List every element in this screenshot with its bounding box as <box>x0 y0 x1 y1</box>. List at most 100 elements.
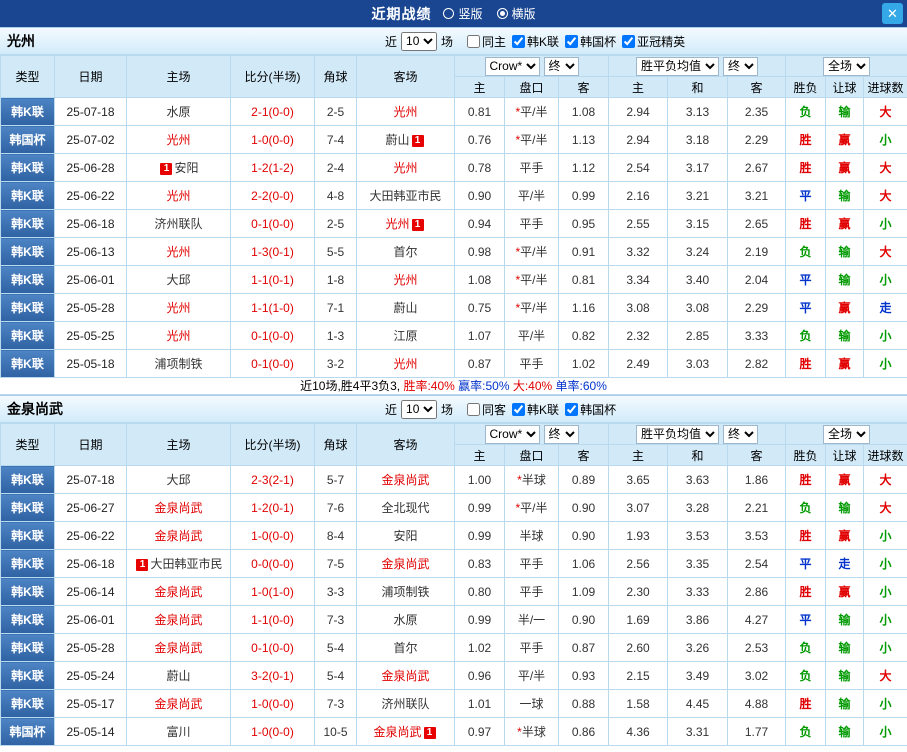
score: 0-1(0-0) <box>230 349 315 378</box>
euro-away: 2.65 <box>726 209 787 238</box>
filter-checkbox-group: 同主 韩K联 韩国杯 亚冠精英 <box>461 33 685 50</box>
score: 0-1(0-0) <box>230 209 315 238</box>
col-header-eu-draw: 和 <box>667 444 728 466</box>
euro-home: 4.36 <box>608 717 668 746</box>
home-team: 金泉尚武 <box>126 605 231 634</box>
checkbox-input[interactable] <box>565 402 579 416</box>
radio-unselected-icon[interactable] <box>443 8 455 19</box>
europe-source-select[interactable]: 胜平负均值 <box>636 424 719 444</box>
match-date: 25-05-28 <box>54 293 127 322</box>
league-type: 韩K联 <box>0 605 55 634</box>
team-section-header: 金泉尚武 近 10 场 同客 韩K联 韩国杯 <box>0 395 907 423</box>
match-count-select[interactable]: 10 <box>401 31 438 51</box>
view-option-horizontal[interactable]: 横版 <box>496 5 536 22</box>
away-team: 金泉尚武 1 <box>356 717 455 746</box>
match-row: 韩K联 25-06-22 光州 2-2(0-0) 4-8 大田韩亚市民 0.90 平/半 0.9… <box>0 181 907 210</box>
filter-checkbox[interactable]: 韩K联 <box>512 33 559 50</box>
score: 0-1(0-0) <box>230 321 315 350</box>
team-name: 全北现代 <box>381 501 430 515</box>
result-wdl: 平 <box>785 549 827 578</box>
col-header-away: 客场 <box>356 55 455 98</box>
europe-final-select[interactable]: 终 <box>723 424 758 444</box>
result-goals: 小 <box>863 633 907 662</box>
match-row: 韩K联 25-06-01 金泉尚武 1-1(0-0) 7-3 水原 0.99 半/一 0.90 1… <box>0 605 907 634</box>
away-team: 光州 <box>356 265 455 294</box>
euro-home: 2.30 <box>608 577 668 606</box>
corners: 7-3 <box>314 605 357 634</box>
odds-group-header: Crow* 终 <box>454 55 609 77</box>
euro-home: 1.69 <box>608 605 668 634</box>
europe-source-select[interactable]: 胜平负均值 <box>636 56 719 76</box>
filter-checkbox[interactable]: 韩K联 <box>512 401 559 418</box>
league-type: 韩K联 <box>0 549 55 578</box>
result-handicap: 输 <box>825 97 865 126</box>
close-button[interactable]: ✕ <box>882 3 903 24</box>
match-count-select[interactable]: 10 <box>401 399 438 419</box>
filter-checkbox[interactable]: 同主 <box>467 33 506 50</box>
filter-checkbox[interactable]: 亚冠精英 <box>622 33 685 50</box>
score: 1-1(1-0) <box>230 293 315 322</box>
games-label: 场 <box>441 34 454 49</box>
col-header-eu-home: 主 <box>608 76 668 98</box>
scope-select[interactable]: 全场 <box>823 424 871 444</box>
checkbox-input[interactable] <box>565 34 579 48</box>
filter-checkbox[interactable]: 韩国杯 <box>565 401 616 418</box>
col-header-hc-result: 让球 <box>825 76 865 98</box>
filter-checkbox-group: 同客 韩K联 韩国杯 <box>461 401 616 418</box>
col-header-wdl: 胜负 <box>785 444 827 466</box>
team-name: 光州 <box>166 133 191 147</box>
checkbox-input[interactable] <box>512 402 526 416</box>
odds-source-select[interactable]: Crow* <box>484 56 540 76</box>
checkbox-input[interactable] <box>622 34 636 48</box>
view-option-vertical[interactable]: 竖版 <box>443 5 483 22</box>
stats-summary: 近10场,胜4平3负3, 胜率:40% 赢率:50% 大:40% 单率:60% <box>0 378 907 395</box>
league-type: 韩K联 <box>0 689 55 718</box>
result-goals: 大 <box>863 181 907 210</box>
radio-selected-icon[interactable] <box>496 8 508 19</box>
result-wdl: 负 <box>785 633 827 662</box>
team-name: 金泉尚武 <box>381 669 430 683</box>
odds-away: 1.12 <box>558 153 609 182</box>
result-handicap: 赢 <box>825 293 865 322</box>
result-goals: 小 <box>863 605 907 634</box>
result-wdl: 胜 <box>785 689 827 718</box>
score: 1-0(0-0) <box>230 717 315 746</box>
col-header-score: 比分(半场) <box>230 55 315 98</box>
checkbox-label: 韩K联 <box>527 34 560 49</box>
odds-source-select[interactable]: Crow* <box>484 424 540 444</box>
odds-away: 0.91 <box>558 237 609 266</box>
odds-home: 1.01 <box>454 689 505 718</box>
col-header-type: 类型 <box>0 55 55 98</box>
handicap-star: * <box>515 105 521 119</box>
col-header-date: 日期 <box>54 55 127 98</box>
checkbox-input[interactable] <box>467 402 481 416</box>
score: 1-1(0-0) <box>230 605 315 634</box>
euro-draw: 3.21 <box>667 181 728 210</box>
red-card-badge: 1 <box>411 135 424 147</box>
euro-draw: 2.85 <box>667 321 728 350</box>
result-handicap: 输 <box>825 321 865 350</box>
scope-select[interactable]: 全场 <box>823 56 871 76</box>
team-name: 金泉尚武 <box>154 501 203 515</box>
result-goals: 小 <box>863 549 907 578</box>
europe-final-select[interactable]: 终 <box>723 56 758 76</box>
result-goals: 大 <box>863 661 907 690</box>
odds-home: 0.78 <box>454 153 505 182</box>
corners: 1-3 <box>314 321 357 350</box>
team-name: 安阳 <box>393 529 418 543</box>
handicap-star: * <box>517 473 522 487</box>
odds-home: 1.02 <box>454 633 505 662</box>
league-type: 韩K联 <box>0 349 55 378</box>
odds-final-select[interactable]: 终 <box>543 56 579 76</box>
euro-away: 4.88 <box>726 689 787 718</box>
odds-away: 0.86 <box>558 717 609 746</box>
checkbox-input[interactable] <box>512 34 526 48</box>
corners: 2-5 <box>314 97 357 126</box>
filter-checkbox[interactable]: 同客 <box>467 401 506 418</box>
filter-checkbox[interactable]: 韩国杯 <box>565 33 616 50</box>
away-team: 全北现代 <box>356 493 455 522</box>
checkbox-input[interactable] <box>467 34 481 48</box>
euro-away: 2.53 <box>726 633 787 662</box>
odds-final-select[interactable]: 终 <box>543 424 579 444</box>
col-header-odds-away: 客 <box>558 444 609 466</box>
